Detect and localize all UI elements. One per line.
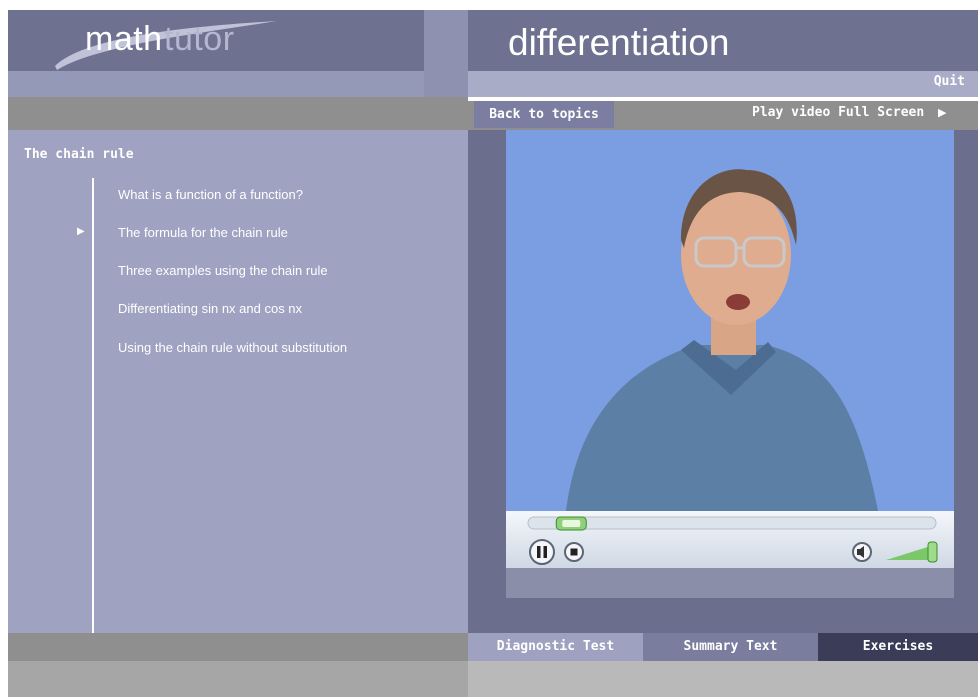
topic-item-three-examples[interactable]: Three examples using the chain rule (118, 263, 328, 278)
topics-divider-line (92, 178, 94, 633)
section-title: The chain rule (24, 147, 134, 162)
presenter-video-image (506, 130, 954, 511)
video-player[interactable] (506, 130, 954, 511)
footer-right (468, 661, 978, 697)
play-full-screen-button[interactable]: Play video Full Screen (752, 105, 924, 120)
seek-thumb[interactable] (555, 516, 587, 531)
play-arrow-icon[interactable]: ▶ (938, 106, 950, 120)
logo-text-tutor: tutor (164, 20, 235, 58)
back-to-topics-button[interactable]: Back to topics (474, 101, 614, 128)
player-controls (506, 511, 954, 568)
pause-button[interactable] (529, 539, 555, 565)
stop-button[interactable] (564, 542, 584, 562)
player-footer (506, 568, 954, 598)
page-title: differentiation (508, 22, 730, 63)
volume-slider[interactable] (886, 545, 934, 560)
mute-button[interactable] (852, 542, 872, 562)
topic-item-function-of-function[interactable]: What is a function of a function? (118, 187, 303, 202)
topics-panel (8, 130, 468, 633)
tab-summary-text[interactable]: Summary Text (643, 633, 818, 661)
tab-exercises[interactable]: Exercises (818, 633, 978, 661)
volume-thumb[interactable] (927, 541, 938, 563)
current-topic-arrow-icon: ▶ (77, 226, 85, 237)
topic-item-without-substitution[interactable]: Using the chain rule without substitutio… (118, 340, 347, 355)
quit-button[interactable]: Quit (934, 74, 965, 89)
seek-bar[interactable] (527, 516, 937, 530)
subheader-right (468, 71, 978, 97)
topic-item-chain-rule-formula[interactable]: The formula for the chain rule (118, 225, 288, 240)
logo-text-math: math (85, 20, 163, 58)
tab-diagnostic-test[interactable]: Diagnostic Test (468, 633, 643, 661)
topic-item-sin-cos[interactable]: Differentiating sin nx and cos nx (118, 301, 302, 316)
bottom-band-left (8, 633, 468, 661)
header-divider-block (424, 10, 468, 97)
footer-left (8, 661, 468, 697)
nav-band-left (8, 97, 468, 130)
